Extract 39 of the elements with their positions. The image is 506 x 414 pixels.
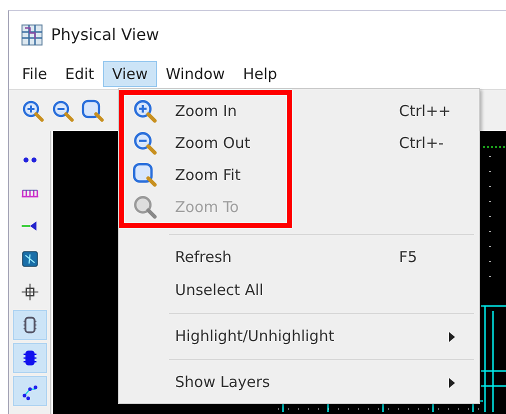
zoom-out-icon xyxy=(51,98,75,123)
tool-button[interactable] xyxy=(12,376,46,406)
menu-item-label: Show Layers xyxy=(175,372,270,394)
menu-item[interactable]: File xyxy=(13,61,56,87)
dots-icon xyxy=(22,156,38,164)
menu-item-label: Zoom In xyxy=(175,100,237,122)
tool-button[interactable] xyxy=(12,343,46,373)
menu-item-label: Zoom To xyxy=(175,196,239,218)
shortcut-text: Ctrl+- xyxy=(399,132,444,154)
shortcut-text: F5 xyxy=(399,247,418,268)
menu-item[interactable]: Highlight/Unhighlight xyxy=(119,320,479,353)
menu-item-label: Highlight/Unhighlight xyxy=(175,326,334,348)
menu-item[interactable]: Zoom Fit xyxy=(124,159,287,191)
submenu-arrow-icon xyxy=(449,378,455,388)
menu-item-label: Zoom Out xyxy=(175,132,250,154)
zoom-out-icon xyxy=(132,130,158,156)
zoom-fit-icon xyxy=(132,162,158,188)
magnifier-icon xyxy=(132,194,158,220)
tool-button[interactable] xyxy=(12,310,46,340)
menu-item[interactable]: View xyxy=(103,61,157,87)
menu-item[interactable]: Edit xyxy=(56,61,104,87)
menu-item[interactable]: Unselect All xyxy=(119,274,479,307)
menu-item-label: Zoom Fit xyxy=(175,164,241,186)
zoom-in-icon xyxy=(132,98,158,124)
shortcut-text: Ctrl++ xyxy=(399,100,451,122)
submenu-arrow-icon xyxy=(449,332,455,342)
menu-item[interactable]: Refresh F5 xyxy=(119,241,479,274)
menu-item-label: Refresh xyxy=(175,247,232,268)
toolbar-button[interactable] xyxy=(21,98,45,123)
grid-app-icon xyxy=(21,24,43,46)
menu-item-label: Unselect All xyxy=(175,280,264,302)
zoom-fit-icon xyxy=(81,98,105,123)
window-title: Physical View xyxy=(51,24,160,46)
toolbar-button[interactable] xyxy=(51,98,75,123)
menu-item[interactable]: Show Layers xyxy=(119,366,479,399)
zoom-in-icon xyxy=(21,98,45,123)
menu-item[interactable]: Help xyxy=(234,61,286,87)
menu-item[interactable]: Window xyxy=(156,61,234,87)
toolbar-button[interactable] xyxy=(81,98,105,123)
